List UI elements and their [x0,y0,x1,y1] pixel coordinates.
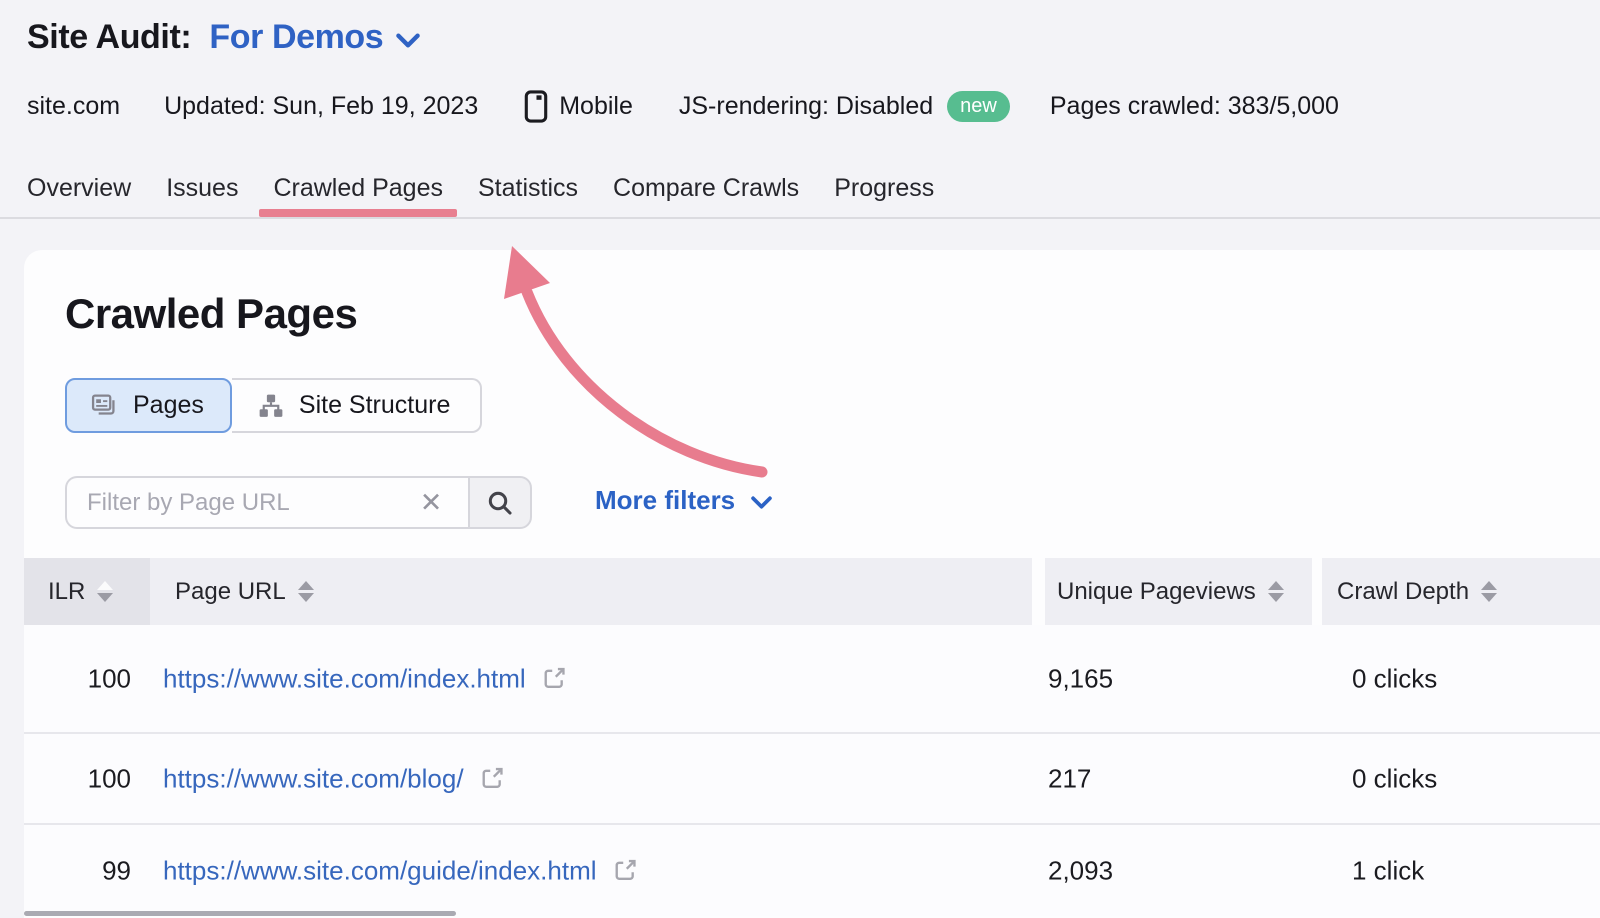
table-row: 100 https://www.site.com/index.html 9,16… [24,625,1600,732]
js-rendering-status: JS-rendering: Disabled new [679,91,1010,122]
device-indicator: Mobile [524,90,633,123]
sort-icon [97,581,113,602]
ilr-value: 100 [24,763,131,794]
table-row: 100 https://www.site.com/blog/ 217 0 cli… [24,732,1600,823]
url-filter-group: ✕ [65,476,532,529]
tab-issues[interactable]: Issues [166,171,238,205]
audit-meta-row: site.com Updated: Sun, Feb 19, 2023 Mobi… [27,90,1339,123]
project-selector[interactable]: For Demos [209,18,420,57]
column-header-crawl-depth[interactable]: Crawl Depth [1322,558,1600,625]
tab-bar-divider [0,217,1600,219]
ilr-value: 99 [24,855,131,886]
crawl-depth-value: 0 clicks [1352,763,1437,794]
site-structure-icon [258,393,284,419]
tab-progress[interactable]: Progress [834,171,934,205]
page-url-link[interactable]: https://www.site.com/guide/index.html [163,855,597,886]
sort-icon [298,581,314,602]
clear-icon[interactable]: ✕ [420,489,443,516]
column-label: Unique Pageviews [1057,578,1256,606]
search-button[interactable] [468,476,532,529]
ilr-value: 100 [24,663,131,694]
unique-pageviews-value: 2,093 [1048,855,1113,886]
pages-view-label: Pages [133,391,204,420]
crawl-depth-value: 0 clicks [1352,663,1437,694]
site-structure-view-button[interactable]: Site Structure [232,378,482,433]
table-body: 100 https://www.site.com/index.html 9,16… [24,625,1600,916]
project-name: For Demos [209,18,383,57]
page-title: Site Audit: [27,18,191,57]
sort-icon [1268,581,1284,602]
view-toggle: Pages Site Structure [65,378,482,433]
more-filters-label: More filters [595,483,735,517]
mobile-phone-icon [524,90,548,123]
tab-statistics[interactable]: Statistics [478,171,578,205]
external-link-icon[interactable] [479,766,505,792]
column-header-unique-pageviews[interactable]: Unique Pageviews [1045,558,1312,625]
domain-label: site.com [27,92,120,121]
site-audit-page: Site Audit: For Demos site.com Updated: … [0,0,1600,918]
audit-tab-bar: Overview Issues Crawled Pages Statistics… [27,171,934,205]
page-url-link[interactable]: https://www.site.com/blog/ [163,763,464,794]
js-rendering-label: JS-rendering: Disabled [679,92,933,121]
sort-icon [1481,581,1497,602]
column-label: Page URL [175,578,286,606]
section-heading: Crawled Pages [65,290,357,338]
search-icon [486,489,514,517]
external-link-icon[interactable] [541,666,567,692]
unique-pageviews-value: 217 [1048,763,1091,794]
page-url-cell: https://www.site.com/index.html [163,663,567,694]
tab-overview[interactable]: Overview [27,171,131,205]
column-header-ilr[interactable]: ILR [24,558,150,625]
crawled-pages-card: Crawled Pages Pages [24,250,1600,918]
tab-crawled-pages[interactable]: Crawled Pages [273,171,443,205]
horizontal-scrollbar[interactable] [24,911,456,916]
page-url-cell: https://www.site.com/blog/ [163,763,505,794]
column-label: ILR [48,578,85,606]
external-link-icon[interactable] [612,858,638,884]
page-url-cell: https://www.site.com/guide/index.html [163,855,638,886]
updated-label: Updated: Sun, Feb 19, 2023 [164,92,478,121]
filter-input[interactable] [65,476,468,529]
table-header: ILR Page URL Unique Pageviews Crawl Dept… [24,558,1600,625]
device-label: Mobile [559,92,633,121]
column-label: Crawl Depth [1337,578,1469,606]
more-filters-link[interactable]: More filters [595,483,772,517]
chevron-down-icon [396,33,420,48]
crawl-depth-value: 1 click [1352,855,1424,886]
page-title-row: Site Audit: For Demos [27,18,420,57]
site-structure-view-label: Site Structure [299,391,450,420]
pages-crawled-label: Pages crawled: 383/5,000 [1050,92,1339,121]
table-row: 99 https://www.site.com/guide/index.html… [24,823,1600,916]
pages-icon [91,392,118,419]
pages-view-button[interactable]: Pages [65,378,232,433]
column-header-page-url[interactable]: Page URL [150,558,1032,625]
chevron-down-icon [751,496,772,509]
unique-pageviews-value: 9,165 [1048,663,1113,694]
new-badge: new [947,91,1010,122]
page-url-link[interactable]: https://www.site.com/index.html [163,663,526,694]
tab-compare-crawls[interactable]: Compare Crawls [613,171,799,205]
